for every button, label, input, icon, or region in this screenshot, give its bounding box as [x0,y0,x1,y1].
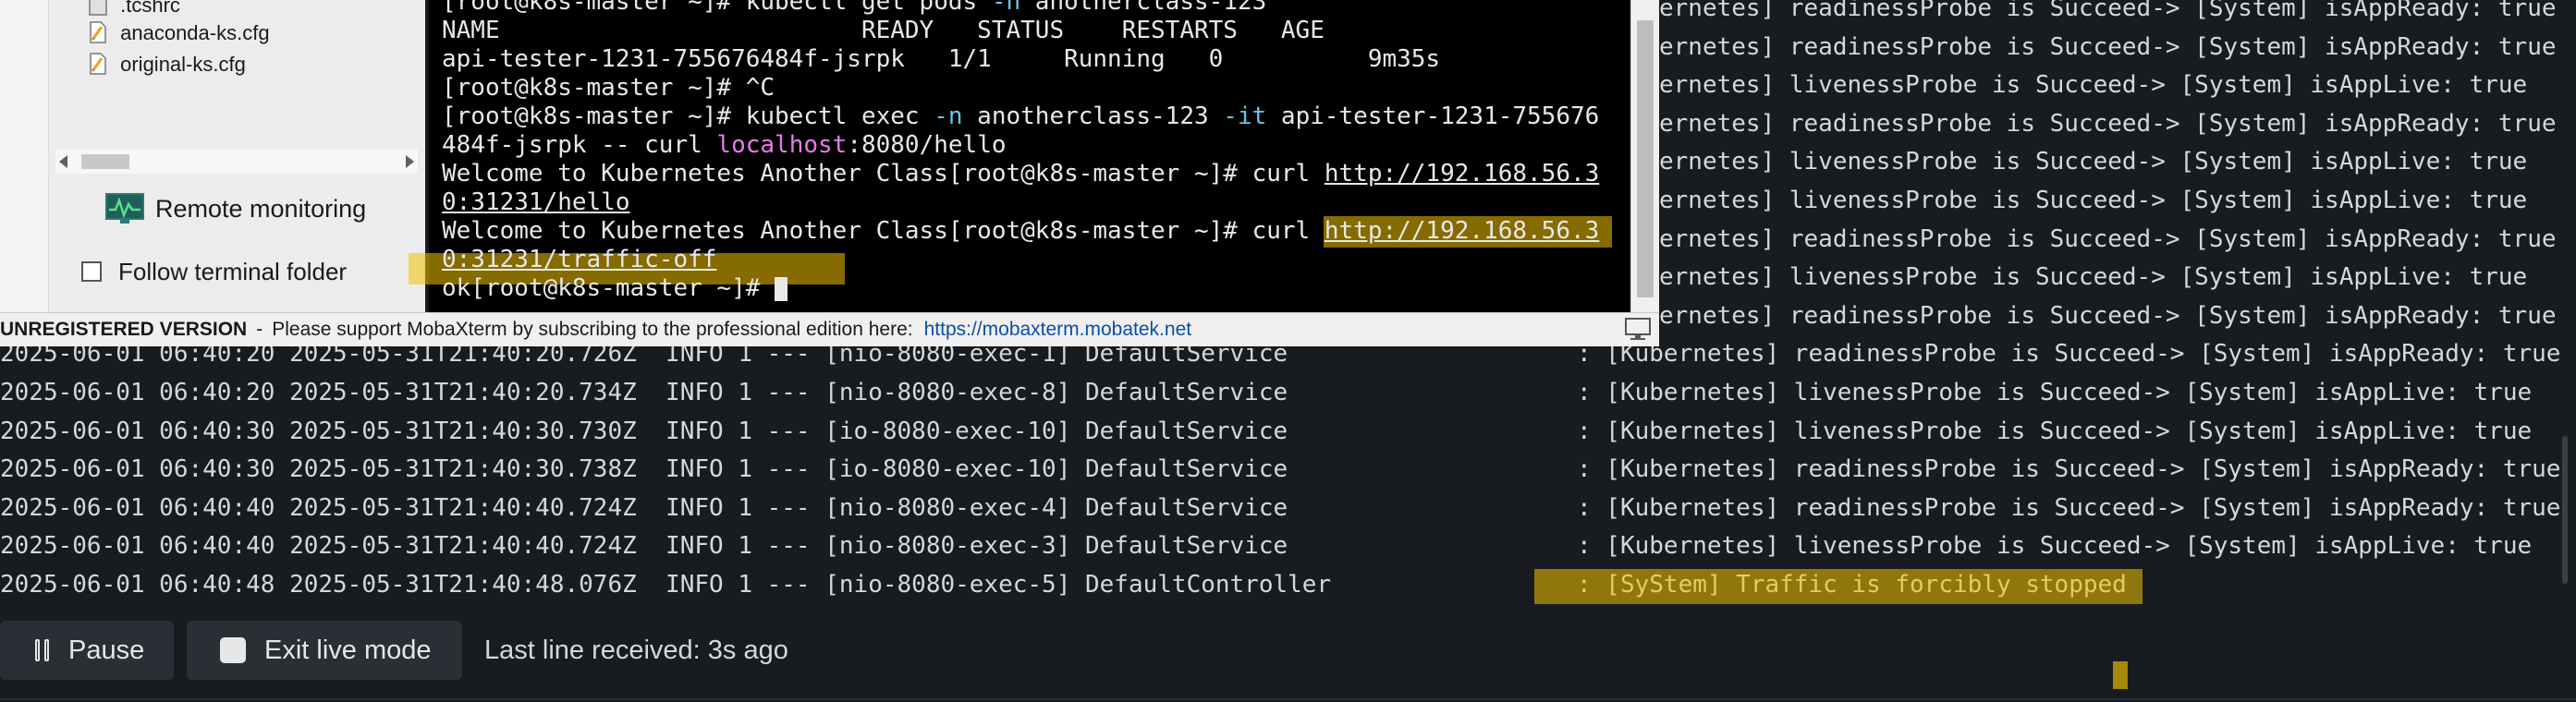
sidebar-hscrollbar[interactable] [55,150,418,174]
config-file-icon [90,53,106,75]
scroll-thumb[interactable] [81,154,129,169]
log-line-meta: 2025-06-01 06:40:40 2025-05-31T21:40:40.… [0,532,1288,561]
log-line-message: : [Kubernetes] readinessProbe is Succeed… [1577,493,2561,522]
file-icon [89,0,107,16]
terminal-cursor [775,276,788,301]
terminal-line: [root@k8s-master ~]# kubectl exec -n ano… [442,103,1600,130]
log-line-message: ernetes] livenessProbe is Succeed-> [Sys… [1659,263,2528,292]
log-line-message: : [Kubernetes] livenessProbe is Succeed-… [1577,532,2533,561]
terminal-line: NAME READY STATUS RESTARTS AGE [442,17,1325,44]
remote-monitoring-label: Remote monitoring [155,194,367,223]
file-item[interactable]: .tcshrc [89,0,180,20]
bottom-divider [0,698,2576,700]
terminal-scroll-thumb[interactable] [1637,20,1654,297]
terminal-line: 484f-jsrpk -- curl localhost:8080/hello [442,131,1007,159]
log-line-message: ernetes] readinessProbe is Succeed-> [Sy… [1659,224,2557,253]
scroll-right-icon[interactable] [406,155,414,168]
follow-terminal-folder-checkbox[interactable] [81,261,102,282]
terminal-line: Welcome to Kubernetes Another Class[root… [442,217,1600,245]
remote-monitoring-button[interactable]: Remote monitoring [105,189,366,228]
terminal-line: Welcome to Kubernetes Another Class[root… [442,160,1600,188]
pause-button[interactable]: Pause [0,621,174,680]
terminal-link[interactable]: http://192.168.56.3 [1325,217,1599,245]
file-name: anaconda-ks.cfg [120,21,270,44]
terminal-line: 0:31231/hello [442,188,630,217]
pause-label: Pause [68,635,145,665]
sidebar-gutter [0,0,49,312]
terminal-vscrollbar[interactable] [1630,0,1659,312]
stop-icon [220,637,246,663]
exit-live-mode-label: Exit live mode [264,635,432,665]
terminal-link[interactable]: 0:31231/hello [442,188,630,216]
log-line-message: : [Kubernetes] livenessProbe is Succeed-… [1577,379,2533,406]
last-line-received: Last line received: 3s ago [484,635,788,665]
terminal-line: api-tester-1231-755676484f-jsrpk 1/1 Run… [442,45,1441,73]
log-line-message: : [Kubernetes] readinessProbe is Succeed… [1577,340,2561,369]
status-bar: UNREGISTERED VERSION - Please support Mo… [0,312,1659,346]
log-line-meta: 2025-06-01 06:40:20 2025-05-31T21:40:20.… [0,379,1288,406]
log-scrollbar[interactable] [2562,436,2568,584]
log-line-meta: 2025-06-01 06:40:30 2025-05-31T21:40:30.… [0,455,1288,484]
log-line-meta: 2025-06-01 06:40:40 2025-05-31T21:40:40.… [0,493,1288,522]
log-line-message: ernetes] livenessProbe is Succeed-> [Sys… [1659,148,2528,176]
scroll-left-icon[interactable] [59,155,67,168]
terminal[interactable]: [root@k8s-master ~]# kubectl get pods -n… [409,0,1630,312]
log-line-message: : [Kubernetes] readinessProbe is Succeed… [1577,455,2561,484]
file-item[interactable]: anaconda-ks.cfg [89,18,270,48]
support-message: Please support MobaXterm by subscribing … [272,319,913,340]
terminal-link[interactable]: http://192.168.56.3 [1325,160,1599,188]
terminal-line: [root@k8s-master ~]# kubectl get pods -n… [442,0,1267,16]
follow-terminal-folder-option[interactable]: Follow terminal folder [81,255,347,288]
highlight-mark [2113,661,2128,689]
log-highlight-stopped [1534,569,2143,604]
log-line-message: ernetes] readinessProbe is Succeed-> [Sy… [1659,32,2557,61]
pause-icon [35,639,50,661]
log-line-message: ernetes] readinessProbe is Succeed-> [Sy… [1659,0,2557,22]
follow-terminal-folder-label: Follow terminal folder [118,257,348,285]
config-file-icon [90,21,106,43]
log-line-meta: 2025-06-01 06:40:48 2025-05-31T21:40:48.… [0,571,1332,599]
log-line-message: ernetes] livenessProbe is Succeed-> [Sys… [1659,71,2528,100]
terminal-line: [root@k8s-master ~]# ^C [442,74,775,102]
terminal-line: 0:31231/traffic-off [442,246,716,274]
keyboard-icon[interactable] [1624,317,1652,341]
log-line-message: ernetes] readinessProbe is Succeed-> [Sy… [1659,109,2557,138]
file-name: .tcshrc [120,0,180,17]
terminal-line: ok[root@k8s-master ~]# [442,274,788,303]
file-name: original-ks.cfg [120,53,246,76]
status-separator: - [256,319,263,340]
log-line-message: ernetes] livenessProbe is Succeed-> [Sys… [1659,187,2528,214]
monitor-graph-icon [105,193,144,224]
log-line-message: : [Kubernetes] livenessProbe is Succeed-… [1577,417,2533,445]
exit-live-mode-button[interactable]: Exit live mode [187,621,462,680]
mobaxterm-window: .tcshrc anaconda-ks.cfg original-ks.cfg … [0,0,1659,346]
unregistered-version-label: UNREGISTERED VERSION [0,319,248,340]
log-line-message: ernetes] readinessProbe is Succeed-> [Sy… [1659,301,2557,330]
terminal-link[interactable]: 0:31231/traffic-off [442,246,716,273]
mobatek-link[interactable]: https://mobaxterm.mobatek.net [924,319,1191,341]
sftp-sidebar: .tcshrc anaconda-ks.cfg original-ks.cfg … [0,0,425,312]
log-line-meta: 2025-06-01 06:40:30 2025-05-31T21:40:30.… [0,417,1288,445]
file-item[interactable]: original-ks.cfg [89,50,246,79]
